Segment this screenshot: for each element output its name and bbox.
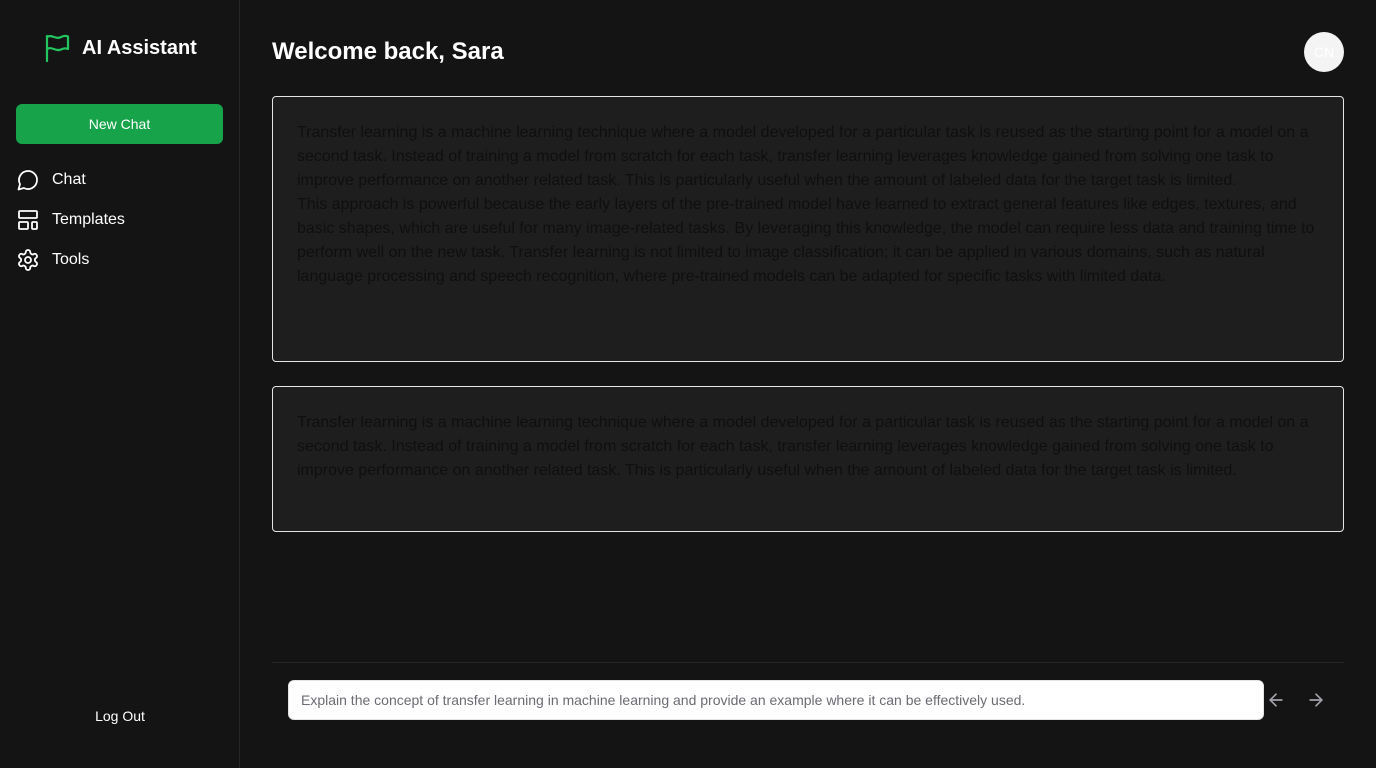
logout-button[interactable]: Log Out — [0, 704, 240, 728]
avatar[interactable]: CN — [1304, 32, 1344, 72]
gear-icon — [16, 248, 40, 272]
sidebar-item-label: Templates — [52, 211, 125, 228]
sidebar-item-templates[interactable]: Templates — [16, 200, 223, 240]
main-panel: Welcome back, Sara CN Transfer learning … — [241, 0, 1376, 768]
response-paragraph: This approach is powerful because the ea… — [297, 196, 1315, 285]
page-title: Welcome back, Sara — [272, 38, 504, 65]
sidebar-item-tools[interactable]: Tools — [16, 240, 223, 280]
response-card: Transfer learning is a machine learning … — [272, 96, 1344, 362]
response-card: Transfer learning is a machine learning … — [272, 386, 1344, 532]
sidebar-item-label: Tools — [52, 251, 90, 268]
response-paragraph: Transfer learning is a machine learning … — [297, 414, 1309, 479]
sidebar-item-label: Chat — [52, 171, 86, 188]
flag-icon — [44, 33, 70, 63]
sidebar-nav: Chat Templates Tools — [16, 160, 223, 280]
prompt-input[interactable] — [288, 680, 1264, 720]
brand: AI Assistant — [44, 32, 197, 64]
app-title: AI Assistant — [82, 36, 197, 59]
sidebar-item-chat[interactable]: Chat — [16, 160, 223, 200]
arrow-right-icon[interactable] — [1304, 688, 1328, 712]
arrow-left-icon[interactable] — [1264, 688, 1288, 712]
app-root: AI Assistant New Chat Chat Templates Too… — [0, 0, 1376, 768]
new-chat-button[interactable]: New Chat — [16, 104, 223, 144]
sidebar: AI Assistant New Chat Chat Templates Too… — [0, 0, 240, 768]
response-paragraph: Transfer learning is a machine learning … — [297, 124, 1309, 189]
layout-template-icon — [16, 208, 40, 232]
composer-divider — [272, 662, 1344, 663]
chat-bubble-icon — [16, 168, 40, 192]
